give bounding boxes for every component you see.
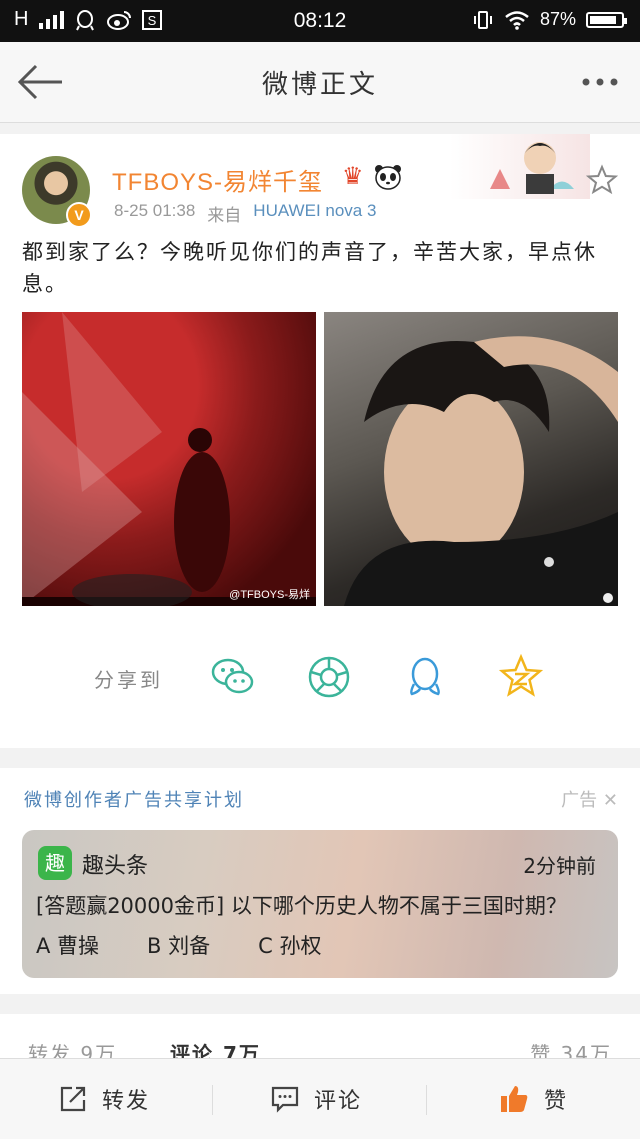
ad-tag[interactable]: 广告 ✕ [561,786,618,812]
toolbar-divider [426,1085,427,1115]
share-label: 分享到 [94,668,163,692]
ad-brand: 趣头条 [82,854,149,879]
battery-icon [586,11,627,28]
battery-percent: 87% [539,9,576,29]
qzone-icon[interactable] [498,654,544,700]
repost-button[interactable]: 转发 [58,1059,150,1139]
ad-option-b[interactable]: B 刘备 [147,930,210,960]
comment-label: 评论 [314,1089,363,1114]
wifi-icon [505,10,529,30]
post-date: 8-25 01:38 [114,201,196,220]
post-text: 都到家了么？今晚听见你们的声音了，辛苦大家，早点休息。 [22,240,597,296]
ad-options: A 曹操 B 刘备 C 孙权 [36,930,321,960]
post-image-stage[interactable]: @TFBOYS-易烊 [22,312,316,606]
ad-card: 微博创作者广告共享计划 广告 ✕ 趣 趣头条 2分钟前 [答题赢20000金币]… [0,768,640,994]
device-link[interactable]: HUAWEI nova 3 [253,201,376,226]
ad-content-box[interactable]: 趣 趣头条 2分钟前 [答题赢20000金币] 以下哪个历史人物不属于三国时期？… [22,830,618,978]
repost-icon [60,1086,86,1112]
stage-photo-icon [22,312,316,606]
ad-tag-label: 广告 [561,790,598,811]
crown-icon: ♛ [342,162,364,190]
ad-option-a[interactable]: A 曹操 [36,930,99,960]
nav-bar: 微博正文 [0,42,640,123]
thumbs-up-icon [501,1086,528,1112]
card-decoration-icon [450,134,590,199]
post-meta: 8-25 01:38 来自 HUAWEI nova 3 [114,201,376,226]
repost-label: 转发 [102,1089,151,1114]
close-icon[interactable]: ✕ [603,790,618,811]
like-label: 赞 [544,1089,569,1114]
image-watermark: @TFBOYS-易烊 [229,589,310,601]
selfie-photo-icon [344,336,618,606]
wechat-icon[interactable] [210,654,256,700]
bottom-toolbar: 转发 评论 赞 [0,1058,640,1139]
like-button[interactable]: 赞 [498,1059,568,1139]
ad-time: 2分钟前 [523,854,596,878]
moments-icon[interactable] [306,654,352,700]
qutoutiao-logo-icon: 趣 [38,846,72,880]
post-card: V TFBOYS-易烊千玺 ♛ 8-25 01:38 来自 HUAWEI nov… [0,134,640,748]
post-image-selfie[interactable] [324,312,618,606]
comment-button[interactable]: 评论 [270,1059,362,1139]
status-bar: H S 08:12 87% [0,0,640,42]
comment-icon [271,1086,299,1113]
verified-badge-icon: V [66,202,92,228]
vibrate-icon [473,10,492,29]
source-prefix: 来自 [207,206,242,225]
page-title: 微博正文 [261,70,378,100]
favorite-star-icon[interactable] [586,164,618,196]
username[interactable]: TFBOYS-易烊千玺 [112,162,323,197]
ad-question: [答题赢20000金币] 以下哪个历史人物不属于三国时期？ [36,894,567,918]
share-row: 分享到 [0,654,640,714]
more-options-icon[interactable] [580,64,620,100]
toolbar-divider [212,1085,213,1115]
ad-option-c[interactable]: C 孙权 [258,930,321,960]
ad-plan-link[interactable]: 微博创作者广告共享计划 [24,786,244,812]
panda-icon [375,165,401,190]
qq-share-icon[interactable] [402,654,448,700]
